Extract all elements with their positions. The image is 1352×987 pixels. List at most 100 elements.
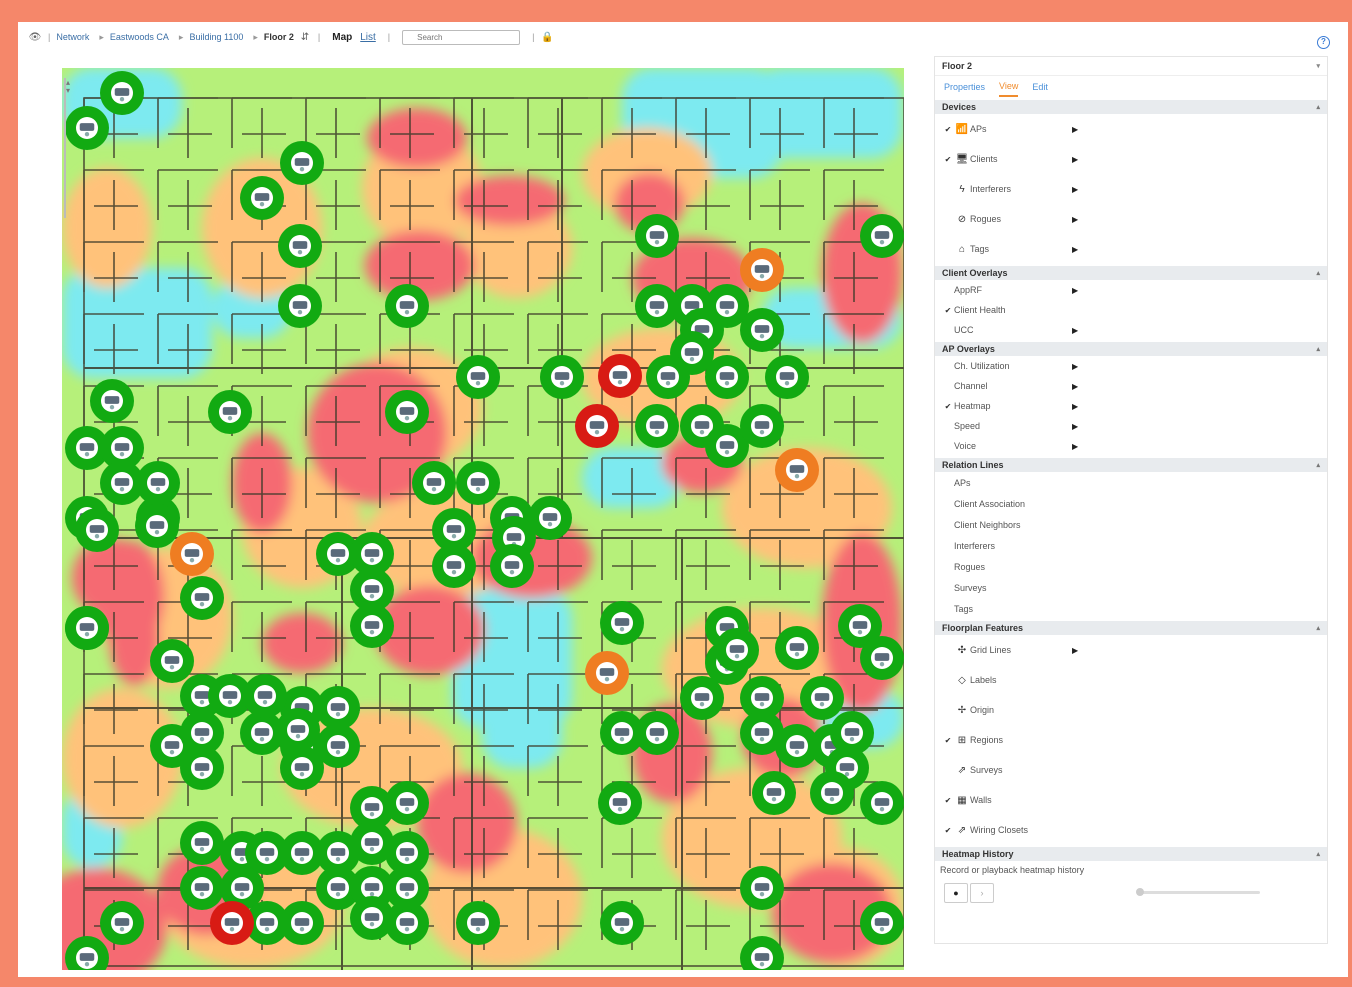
access-point-icon[interactable] [740,866,784,910]
zoom-in-icon[interactable]: ▴ [66,78,74,87]
access-point-icon[interactable] [180,576,224,620]
option-speed[interactable]: Speed ▶ [934,416,1328,436]
option-apprf[interactable]: AppRF ▶ [934,280,1328,300]
access-point-icon[interactable] [385,781,429,825]
submenu-arrow-icon[interactable]: ▶ [1072,382,1078,391]
access-point-icon[interactable] [715,628,759,672]
checkmark-icon[interactable]: ✔ [942,402,954,411]
section-client-overlays[interactable]: Client Overlays ▴ [934,266,1328,280]
access-point-icon[interactable] [208,390,252,434]
option-origin[interactable]: ✢ Origin [934,695,1328,725]
submenu-arrow-icon[interactable]: ▶ [1072,185,1078,194]
heatmap-canvas[interactable] [62,68,904,970]
checkmark-icon[interactable]: ✔ [942,125,954,134]
access-point-icon[interactable] [280,141,324,185]
submenu-arrow-icon[interactable]: ▶ [1072,362,1078,371]
section-devices[interactable]: Devices ▴ [934,100,1328,114]
access-point-icon[interactable] [635,404,679,448]
tab-edit[interactable]: Edit [1032,78,1048,96]
access-point-icon[interactable] [765,355,809,399]
relation-rogues[interactable]: Rogues [934,556,1328,577]
submenu-arrow-icon[interactable]: ▶ [1072,402,1078,411]
relation-surveys[interactable]: Surveys [934,577,1328,598]
access-point-icon[interactable] [740,248,784,292]
access-point-icon[interactable] [316,724,360,768]
section-ap-overlays[interactable]: AP Overlays ▴ [934,342,1328,356]
submenu-arrow-icon[interactable]: ▶ [1072,422,1078,431]
option-client-health[interactable]: ✔ Client Health [934,300,1328,320]
access-point-icon[interactable] [456,461,500,505]
access-point-icon[interactable] [585,651,629,695]
access-point-icon[interactable] [860,901,904,945]
relation-client-neighbors[interactable]: Client Neighbors [934,514,1328,535]
access-point-icon[interactable] [635,711,679,755]
access-point-icon[interactable] [705,355,749,399]
access-point-icon[interactable] [170,532,214,576]
access-point-icon[interactable] [385,866,429,910]
chevron-up-icon[interactable]: ▴ [1316,624,1320,632]
tab-properties[interactable]: Properties [944,78,985,96]
section-floorplan-features[interactable]: Floorplan Features ▴ [934,621,1328,635]
access-point-icon[interactable] [385,390,429,434]
access-point-icon[interactable] [65,606,109,650]
access-point-icon[interactable] [276,708,320,752]
access-point-icon[interactable] [240,176,284,220]
relation-interferers[interactable]: Interferers [934,535,1328,556]
access-point-icon[interactable] [350,604,394,648]
access-point-icon[interactable] [180,821,224,865]
option-ch-utilization[interactable]: Ch. Utilization ▶ [934,356,1328,376]
floor-selector-icon[interactable]: ⇵ [298,30,312,44]
chevron-down-icon[interactable]: ▾ [1316,62,1320,70]
tab-view[interactable]: View [999,77,1019,97]
option-wiring-closets[interactable]: ✔ ⇗ Wiring Closets [934,815,1328,845]
zoom-out-icon[interactable]: ▾ [66,86,74,95]
section-heatmap-history[interactable]: Heatmap History ▴ [934,847,1328,861]
access-point-icon[interactable] [316,686,360,730]
option-surveys[interactable]: ⇗ Surveys [934,755,1328,785]
floorplan-map[interactable]: ▴ ▾ [62,68,904,970]
access-point-icon[interactable] [635,214,679,258]
access-point-icon[interactable] [100,71,144,115]
access-point-icon[interactable] [600,901,644,945]
access-point-icon[interactable] [180,866,224,910]
submenu-arrow-icon[interactable]: ▶ [1072,155,1078,164]
access-point-icon[interactable] [75,508,119,552]
submenu-arrow-icon[interactable]: ▶ [1072,245,1078,254]
access-point-icon[interactable] [575,404,619,448]
breadcrumb-network[interactable]: Network [56,32,89,42]
checkmark-icon[interactable]: ✔ [942,826,954,835]
option-clients[interactable]: ✔ 🖥 Clients ▶ [934,144,1328,174]
submenu-arrow-icon[interactable]: ▶ [1072,326,1078,335]
access-point-icon[interactable] [528,496,572,540]
access-point-icon[interactable] [540,355,584,399]
record-button[interactable]: ● [944,883,968,903]
option-regions[interactable]: ✔ ⊞ Regions [934,725,1328,755]
option-interferers[interactable]: ϟ Interferers ▶ [934,174,1328,204]
access-point-icon[interactable] [775,448,819,492]
access-point-icon[interactable] [136,461,180,505]
access-point-icon[interactable] [600,601,644,645]
option-grid-lines[interactable]: ✣ Grid Lines ▶ [934,635,1328,665]
access-point-icon[interactable] [810,771,854,815]
option-ucc[interactable]: UCC ▶ [934,320,1328,340]
chevron-up-icon[interactable]: ▴ [1316,461,1320,469]
checkmark-icon[interactable]: ✔ [942,736,954,745]
access-point-icon[interactable] [800,676,844,720]
breadcrumb-building[interactable]: Building 1100 [189,32,243,42]
access-point-icon[interactable] [490,544,534,588]
checkmark-icon[interactable]: ✔ [942,306,954,315]
access-point-icon[interactable] [90,379,134,423]
access-point-icon[interactable] [278,284,322,328]
access-point-icon[interactable] [680,676,724,720]
access-point-icon[interactable] [210,901,254,945]
option-tags[interactable]: ⌂ Tags ▶ [934,234,1328,264]
option-voice[interactable]: Voice ▶ [934,436,1328,456]
breadcrumb-campus[interactable]: Eastwoods CA [110,32,169,42]
slider-handle[interactable] [1136,888,1144,896]
access-point-icon[interactable] [598,781,642,825]
view-list-button[interactable]: List [360,32,376,43]
option-channel[interactable]: Channel ▶ [934,376,1328,396]
chevron-up-icon[interactable]: ▴ [1316,269,1320,277]
access-point-icon[interactable] [646,355,690,399]
access-point-icon[interactable] [412,461,456,505]
